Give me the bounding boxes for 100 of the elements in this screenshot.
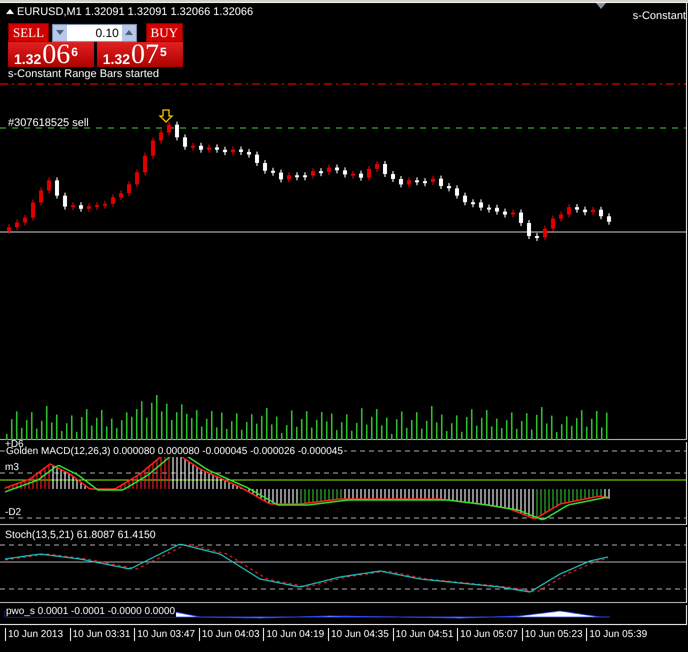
candle xyxy=(367,165,371,182)
candle xyxy=(535,232,539,242)
candle xyxy=(23,214,27,226)
candle xyxy=(335,164,339,174)
candle xyxy=(175,121,179,141)
status-message: s-Constant Range Bars started xyxy=(8,69,160,80)
candle xyxy=(119,190,123,201)
candle xyxy=(303,172,307,181)
candle xyxy=(199,142,203,154)
candle xyxy=(71,202,75,211)
candle xyxy=(351,170,355,180)
candle xyxy=(215,144,219,154)
candle xyxy=(87,202,91,212)
candle xyxy=(39,187,43,206)
candle xyxy=(391,170,395,182)
candle xyxy=(567,204,571,218)
candle xyxy=(527,220,531,240)
candle xyxy=(407,176,411,188)
candle xyxy=(135,168,139,188)
sell-button[interactable]: SELL xyxy=(8,23,50,42)
candle xyxy=(463,192,467,206)
candle xyxy=(559,211,563,222)
candle xyxy=(519,209,523,226)
candle xyxy=(7,224,11,234)
candle xyxy=(359,170,363,182)
candle xyxy=(151,137,155,160)
candle xyxy=(479,198,483,212)
candle xyxy=(279,169,283,183)
candle xyxy=(599,206,603,220)
time-label: 10 Jun 04:51 xyxy=(392,628,458,641)
candle xyxy=(263,160,267,174)
time-label: 10 Jun 03:31 xyxy=(70,628,134,641)
collapse-triangle-icon[interactable] xyxy=(6,9,14,14)
candle xyxy=(295,172,299,181)
time-label: 10 Jun 04:03 xyxy=(198,628,264,641)
level-label: m3 xyxy=(5,463,19,473)
time-label: 10 Jun 2013 xyxy=(5,628,70,641)
time-label: 10 Jun 04:19 xyxy=(263,628,328,641)
candle xyxy=(247,148,251,158)
candle xyxy=(127,180,131,197)
candle xyxy=(103,200,107,210)
candle xyxy=(79,202,83,212)
candle xyxy=(495,204,499,216)
candle xyxy=(543,225,547,241)
candle xyxy=(607,212,611,226)
candle xyxy=(591,206,595,216)
candle xyxy=(399,176,403,188)
candle xyxy=(423,178,427,187)
candle xyxy=(511,209,515,218)
indicator-label: s-Constant xyxy=(632,11,686,22)
candle xyxy=(159,129,163,144)
candle xyxy=(503,208,507,218)
order-label: #307618525 sell xyxy=(8,118,89,129)
candle xyxy=(471,198,475,208)
down-arrow-icon xyxy=(158,109,174,123)
candle xyxy=(327,164,331,176)
stochastic-label: Stoch(13,5,21) 61.8087 61.4150 xyxy=(5,530,156,540)
candle xyxy=(439,175,443,190)
candle xyxy=(255,151,259,166)
candle xyxy=(111,194,115,208)
candle xyxy=(55,176,59,200)
candle xyxy=(239,146,243,156)
time-label: 10 Jun 04:35 xyxy=(328,628,393,641)
candle xyxy=(31,199,35,222)
candle xyxy=(63,192,67,210)
candle xyxy=(271,167,275,176)
candle xyxy=(487,204,491,214)
candle xyxy=(575,204,579,214)
oscillator-label: pwo_s 0.0001 -0.0001 -0.0000 0.0000 xyxy=(5,607,176,617)
dropdown-triangle-icon xyxy=(596,3,606,9)
down-caret-icon[interactable] xyxy=(56,30,64,35)
time-label: 10 Jun 05:23 xyxy=(522,628,586,641)
lot-size-spinner[interactable]: 0.10 xyxy=(52,24,137,42)
candle xyxy=(311,168,315,179)
candle xyxy=(287,172,291,183)
candle xyxy=(343,166,347,178)
buy-button[interactable]: BUY xyxy=(146,23,183,42)
candle xyxy=(191,142,195,152)
candle xyxy=(431,175,435,186)
candle xyxy=(47,176,51,194)
candle xyxy=(231,146,235,156)
candle xyxy=(223,146,227,156)
candle xyxy=(583,206,587,216)
candle xyxy=(95,202,99,210)
time-label: 10 Jun 03:47 xyxy=(134,628,199,641)
candle xyxy=(319,168,323,177)
chart-header: EURUSD,M1 1.32091 1.32091 1.32066 1.32066 xyxy=(17,7,254,18)
up-caret-icon[interactable] xyxy=(124,30,133,35)
candle xyxy=(415,176,419,186)
candle xyxy=(143,152,147,176)
candle xyxy=(375,160,379,172)
candle xyxy=(167,121,171,136)
level-label: -D2 xyxy=(5,508,22,518)
time-label: 10 Jun 05:39 xyxy=(586,628,651,641)
time-label: 10 Jun 05:07 xyxy=(457,628,522,641)
candle xyxy=(447,182,451,192)
candle xyxy=(207,144,211,154)
candle xyxy=(551,215,555,232)
candle xyxy=(183,134,187,150)
candle xyxy=(455,184,459,200)
